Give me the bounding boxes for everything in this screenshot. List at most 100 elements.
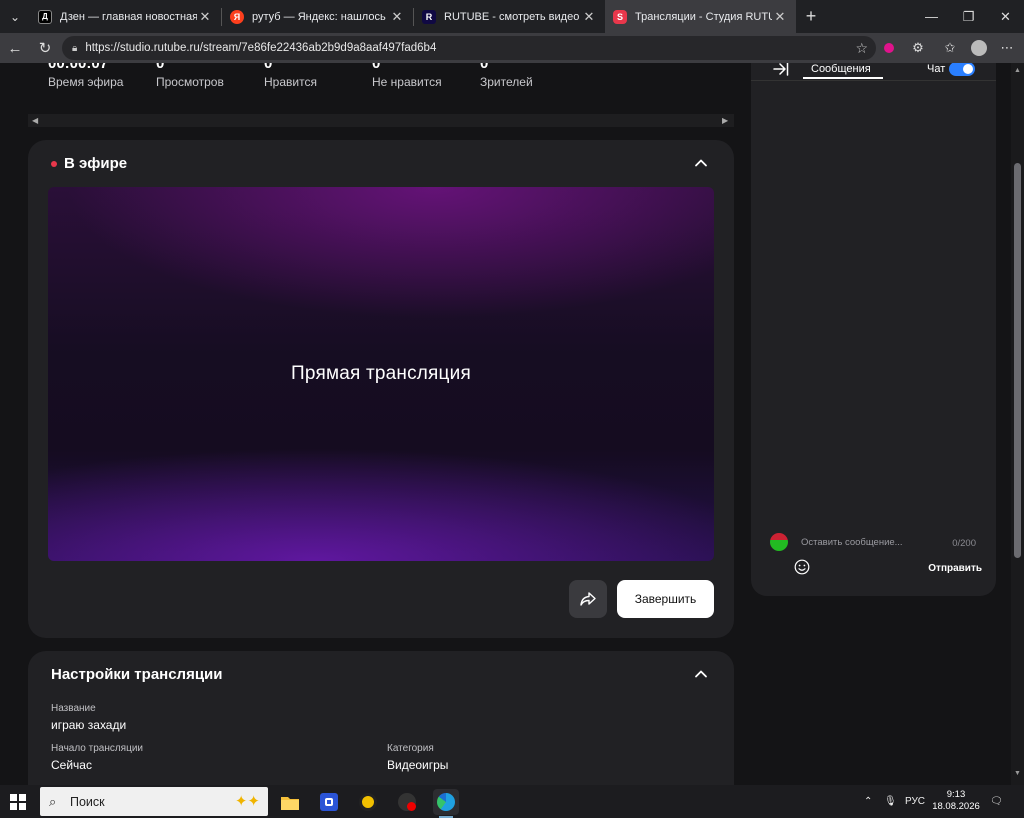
stats-horizontal-scrollbar[interactable]: ◀ ▶ — [28, 114, 734, 127]
chat-panel: Сообщения Чат Оставить сообщение... 0/20… — [751, 63, 996, 596]
dzen-favicon-icon: Д — [38, 9, 52, 24]
scrollbar-thumb[interactable] — [1014, 163, 1021, 558]
tab-title: RUTUBE - смотреть видео онлайн — [444, 10, 581, 23]
stream-start-label: Начало трансляции — [51, 743, 143, 754]
stat-air-time: 00:00:07 Время эфира — [48, 63, 123, 89]
reload-icon[interactable]: ↻ — [30, 33, 60, 63]
search-placeholder: Поиск — [70, 794, 105, 809]
browser-tab-studio[interactable]: S Трансляции - Студия RUTUBE ✕ — [605, 0, 796, 33]
stat-label: Время эфира — [48, 75, 124, 89]
stat-label: Нравится — [264, 75, 317, 89]
chevron-up-icon[interactable] — [694, 156, 708, 170]
stat-value: 0 — [372, 63, 381, 72]
stat-label: Зрителей — [480, 75, 533, 89]
chevron-up-icon[interactable] — [694, 667, 708, 681]
tab-title: рутуб — Яндекс: нашлось 5 тыс. р — [252, 10, 389, 23]
chat-toggle-switch[interactable] — [949, 63, 975, 76]
clock-date: 18.08.2026 — [932, 801, 980, 812]
stat-likes: 0 Нравится — [264, 63, 317, 89]
browser-tab-dzen[interactable]: Д Дзен — главная новостная инфо ✕ — [30, 0, 221, 33]
lock-icon: 🔒︎ — [72, 42, 78, 54]
new-tab-plus-icon[interactable]: + — [796, 6, 826, 27]
stream-name-label: Название — [51, 703, 96, 714]
stat-value: 0 — [480, 63, 489, 72]
stat-value: 00:00:07 — [48, 63, 109, 72]
stream-settings-card: Настройки трансляции Название играю заха… — [28, 651, 734, 785]
user-avatar — [770, 533, 788, 551]
extension-badge-icon[interactable] — [876, 33, 902, 63]
edge-browser-icon[interactable] — [433, 789, 459, 818]
chat-header: Сообщения Чат — [751, 63, 996, 81]
minimize-icon[interactable]: — — [913, 0, 950, 33]
rutube-favicon-icon: R — [422, 9, 436, 24]
windows-start-icon[interactable] — [10, 794, 26, 810]
tab-list-chevron-icon[interactable]: ⌄ — [0, 0, 30, 33]
taskbar-search-box[interactable]: ⌕ Поиск ✦✦ — [40, 787, 268, 816]
microphone-icon[interactable]: 🎙︎ — [884, 785, 897, 818]
search-highlight-icon: ✦✦ — [234, 793, 260, 810]
share-arrow-icon — [580, 592, 596, 606]
page-vertical-scrollbar[interactable]: ▲ ▼ — [1011, 63, 1024, 785]
tab-title: Трансляции - Студия RUTUBE — [635, 10, 772, 23]
url-text: https://studio.rutube.ru/stream/7e86fe22… — [85, 42, 437, 54]
stat-viewers: 0 Зрителей — [480, 63, 533, 89]
settings-title: Настройки трансляции — [51, 666, 223, 683]
player-placeholder-text: Прямая трансляция — [291, 363, 471, 384]
close-tab-icon[interactable]: ✕ — [197, 9, 213, 25]
stat-label: Не нравится — [372, 75, 442, 89]
chat-char-counter: 0/200 — [952, 538, 976, 549]
live-indicator-dot — [51, 160, 57, 167]
bookmark-star-icon[interactable]: ☆ — [855, 40, 868, 57]
share-button[interactable] — [569, 580, 607, 618]
language-indicator[interactable]: РУС — [905, 785, 925, 818]
active-tab-underline — [803, 77, 883, 79]
stat-label: Просмотров — [156, 75, 224, 89]
stream-preview-player[interactable]: Прямая трансляция — [48, 187, 714, 561]
stat-dislikes: 0 Не нравится — [372, 63, 442, 89]
live-card: В эфире Прямая трансляция Завершить — [28, 140, 734, 638]
close-tab-icon[interactable]: ✕ — [772, 9, 788, 25]
close-tab-icon[interactable]: ✕ — [581, 9, 597, 25]
window-controls: — ❐ ✕ — [913, 0, 1024, 33]
extensions-puzzle-icon[interactable]: ⚙ — [905, 33, 931, 63]
store-app-icon[interactable] — [316, 789, 342, 815]
scroll-down-icon[interactable]: ▼ — [1014, 770, 1021, 777]
stream-category-value[interactable]: Видеоигры — [387, 758, 448, 772]
restore-icon[interactable]: ❐ — [950, 0, 987, 33]
tab-title: Дзен — главная новостная инфо — [60, 10, 197, 23]
messenger-app-icon[interactable] — [355, 789, 381, 815]
close-window-icon[interactable]: ✕ — [987, 0, 1024, 33]
scroll-left-icon[interactable]: ◀ — [32, 116, 40, 125]
collapse-chat-arrow-icon[interactable] — [773, 63, 789, 77]
notifications-icon[interactable]: 🗨︎ — [990, 785, 1003, 818]
profile-avatar-icon[interactable] — [966, 33, 992, 63]
browser-tab-rutube[interactable]: R RUTUBE - смотреть видео онлайн ✕ — [414, 0, 605, 33]
more-menu-icon[interactable]: ⋯ — [994, 33, 1020, 63]
file-explorer-icon[interactable] — [277, 789, 303, 815]
stream-start-value[interactable]: Сейчас — [51, 758, 92, 772]
close-tab-icon[interactable]: ✕ — [389, 9, 405, 25]
scroll-right-icon[interactable]: ▶ — [722, 116, 730, 125]
taskbar-clock[interactable]: 9:13 18.08.2026 — [930, 789, 982, 813]
stat-views: 0 Просмотров — [156, 63, 224, 89]
end-stream-button[interactable]: Завершить — [617, 580, 714, 618]
recording-app-icon[interactable] — [394, 789, 420, 815]
tab-messages[interactable]: Сообщения — [811, 63, 871, 75]
tray-chevron-icon[interactable]: ⌃ — [864, 785, 872, 818]
stat-value: 0 — [264, 63, 273, 72]
browser-tab-yandex[interactable]: Я рутуб — Яндекс: нашлось 5 тыс. р ✕ — [222, 0, 413, 33]
live-title-text: В эфире — [64, 155, 128, 172]
scroll-up-icon[interactable]: ▲ — [1014, 67, 1021, 74]
stream-name-value[interactable]: играю захади — [51, 718, 126, 732]
stat-value: 0 — [156, 63, 165, 72]
back-arrow-icon[interactable]: ← — [0, 33, 30, 63]
clock-time: 9:13 — [946, 789, 966, 800]
browser-tab-strip: ⌄ Д Дзен — главная новостная инфо ✕ Я ру… — [0, 0, 1024, 33]
url-field[interactable]: 🔒︎ https://studio.rutube.ru/stream/7e86f… — [62, 36, 876, 60]
favorites-icon[interactable]: ✩ — [937, 33, 963, 63]
emoji-smile-icon[interactable] — [794, 559, 810, 575]
stream-category-label: Категория — [387, 743, 434, 754]
yandex-favicon-icon: Я — [230, 9, 244, 24]
studio-page: 00:00:07 Время эфира 0 Просмотров 0 Нрав… — [0, 63, 1024, 785]
send-message-button[interactable]: Отправить — [928, 563, 982, 574]
